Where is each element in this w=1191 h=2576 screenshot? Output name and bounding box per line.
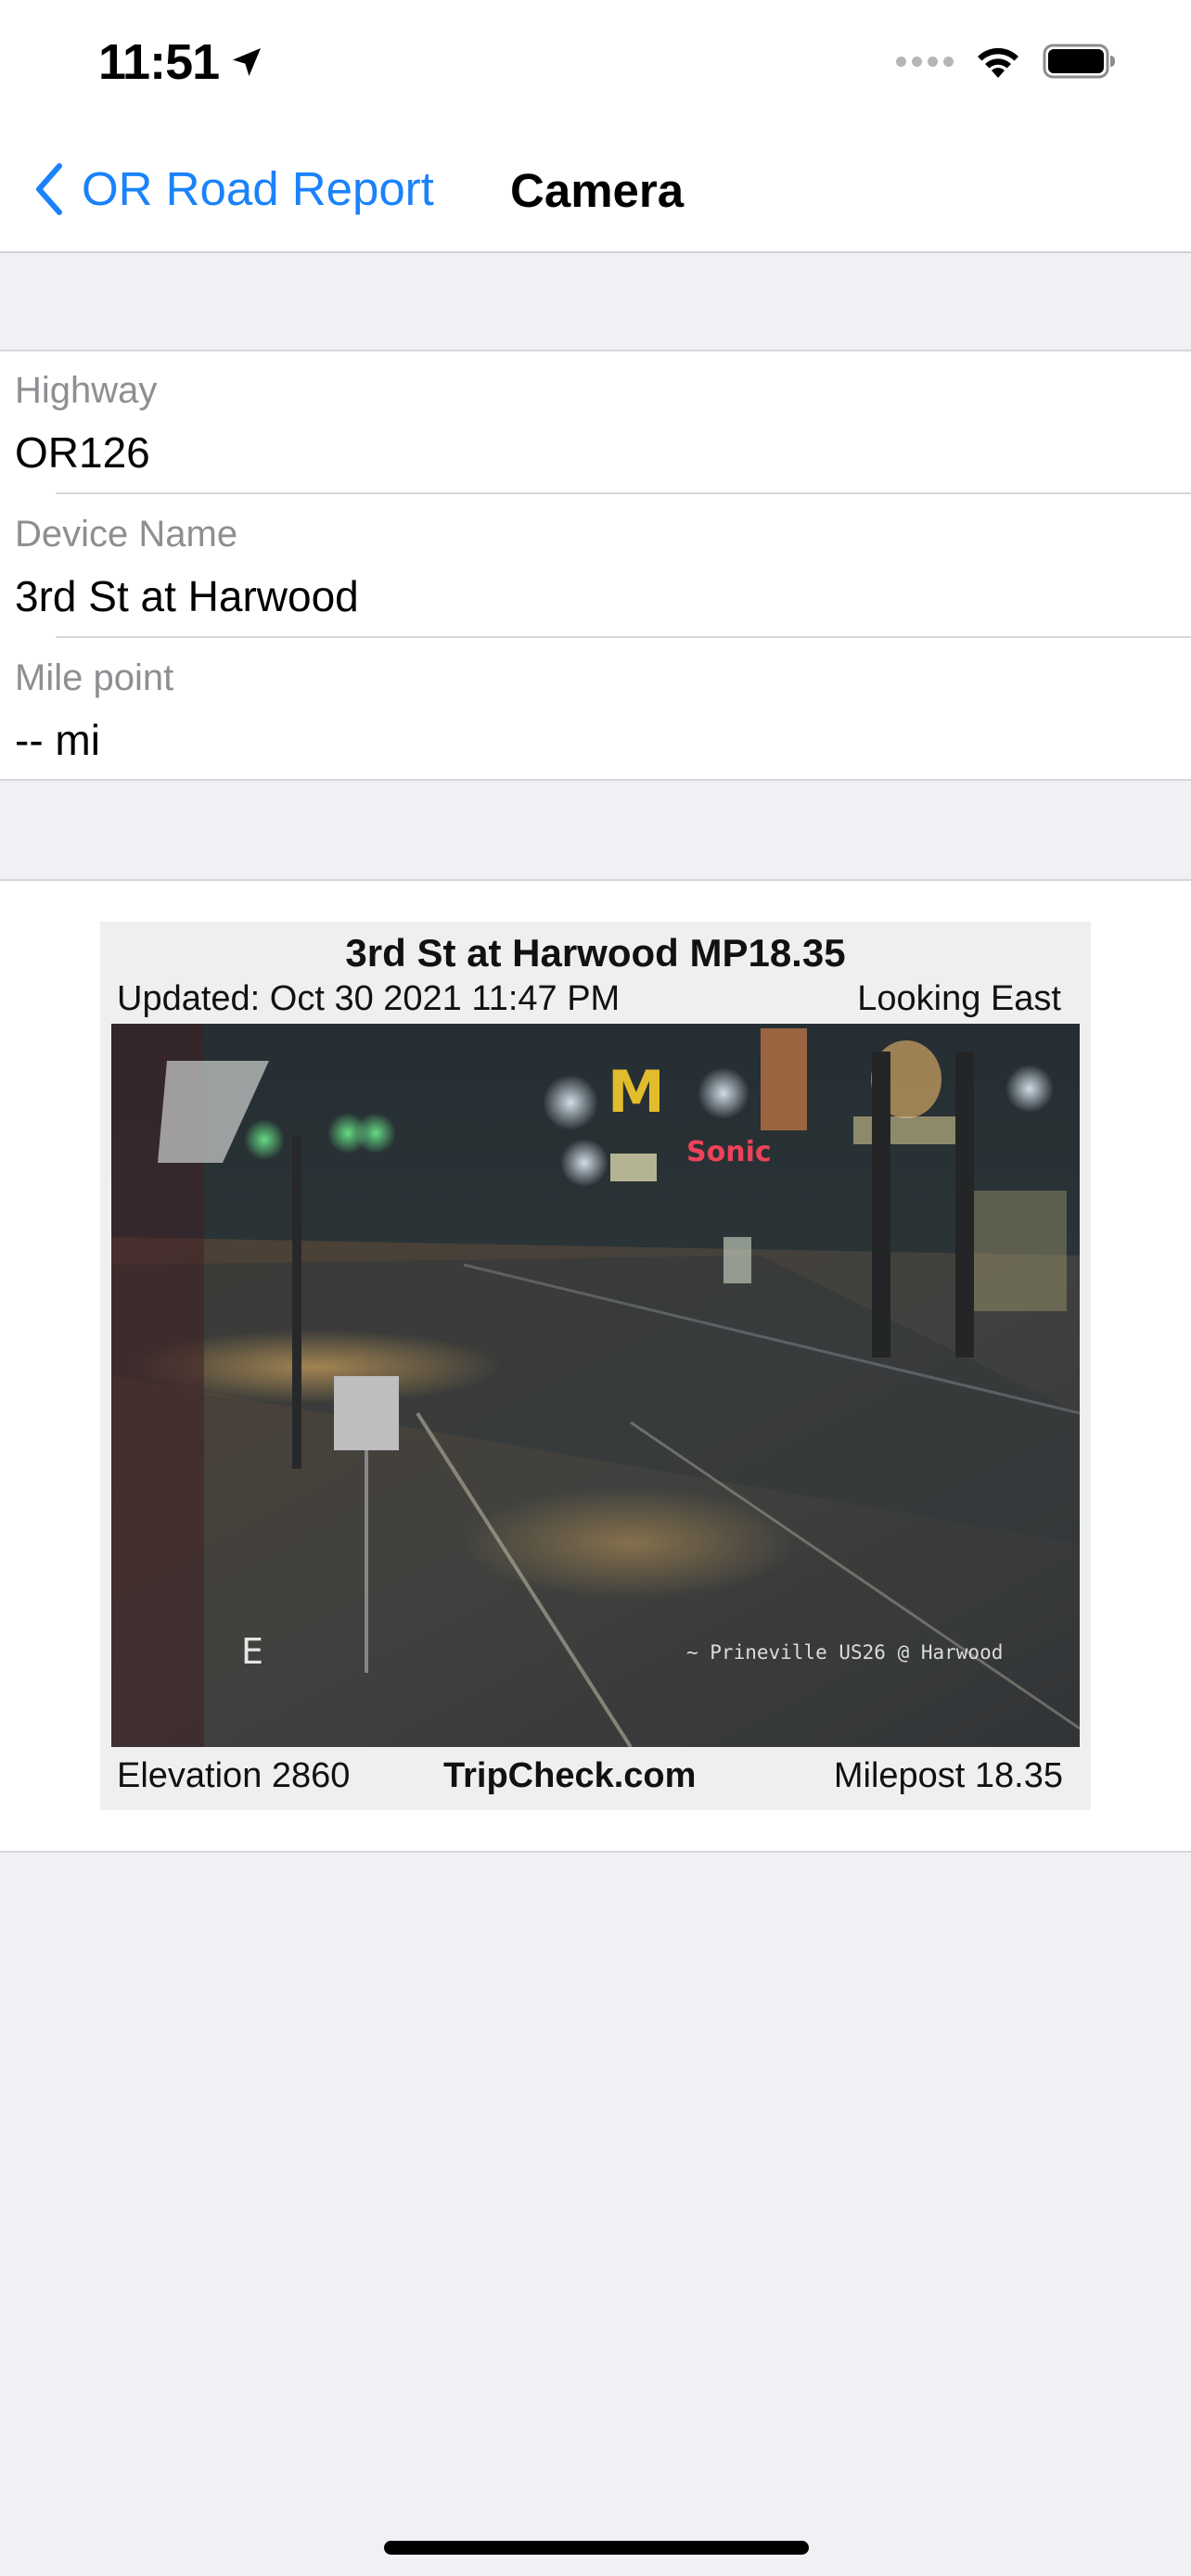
camera-overlay-letter: E bbox=[241, 1631, 263, 1672]
highway-label: Highway bbox=[15, 370, 158, 411]
device-name-label: Device Name bbox=[15, 514, 238, 555]
home-indicator[interactable] bbox=[384, 2541, 809, 2555]
camera-direction: Looking East bbox=[857, 979, 1061, 1018]
camera-title: 3rd St at Harwood MP18.35 bbox=[345, 931, 846, 975]
camera-photo: M Sonic E ~ Prineville US26 @ Harwood bbox=[111, 1024, 1080, 1747]
navigation-bar: OR Road Report Camera bbox=[0, 130, 1191, 253]
status-bar: 11:51 bbox=[0, 0, 1191, 130]
status-time: 11:51 bbox=[98, 33, 265, 91]
row-divider bbox=[56, 492, 1191, 494]
device-name-value: 3rd St at Harwood bbox=[15, 572, 359, 620]
camera-updated-time: Updated: Oct 30 2021 11:47 PM bbox=[117, 979, 621, 1018]
list-item-device-name: Device Name 3rd St at Harwood bbox=[0, 495, 1191, 639]
clock-label: 11:51 bbox=[98, 34, 220, 90]
mile-point-value: -- mi bbox=[15, 716, 100, 764]
battery-icon bbox=[1043, 44, 1115, 79]
highway-value: OR126 bbox=[15, 428, 150, 477]
camera-snapshot[interactable]: 3rd St at Harwood MP18.35 Updated: Oct 3… bbox=[100, 922, 1091, 1810]
list-item-highway: Highway OR126 bbox=[0, 351, 1191, 495]
back-button[interactable]: OR Road Report bbox=[33, 161, 434, 216]
list-item-mile-point: Mile point -- mi bbox=[0, 639, 1191, 783]
camera-milepost: Milepost 18.35 bbox=[833, 1756, 1063, 1795]
camera-details-list: Highway OR126 Device Name 3rd St at Harw… bbox=[0, 350, 1191, 781]
status-icons bbox=[896, 43, 1117, 80]
mile-point-label: Mile point bbox=[15, 657, 174, 698]
camera-overlay-text: ~ Prineville US26 @ Harwood bbox=[686, 1641, 1003, 1664]
cellular-signal-icon bbox=[896, 56, 954, 67]
page-title: Camera bbox=[510, 164, 685, 217]
chevron-left-icon bbox=[36, 162, 62, 215]
back-button-label: OR Road Report bbox=[82, 162, 434, 215]
wifi-icon bbox=[978, 47, 1018, 78]
camera-elevation: Elevation 2860 bbox=[117, 1756, 351, 1795]
row-divider bbox=[56, 636, 1191, 638]
camera-site-credit: TripCheck.com bbox=[443, 1756, 697, 1795]
camera-image-section: 3rd St at Harwood MP18.35 Updated: Oct 3… bbox=[0, 879, 1191, 1853]
location-arrow-icon bbox=[233, 48, 262, 76]
